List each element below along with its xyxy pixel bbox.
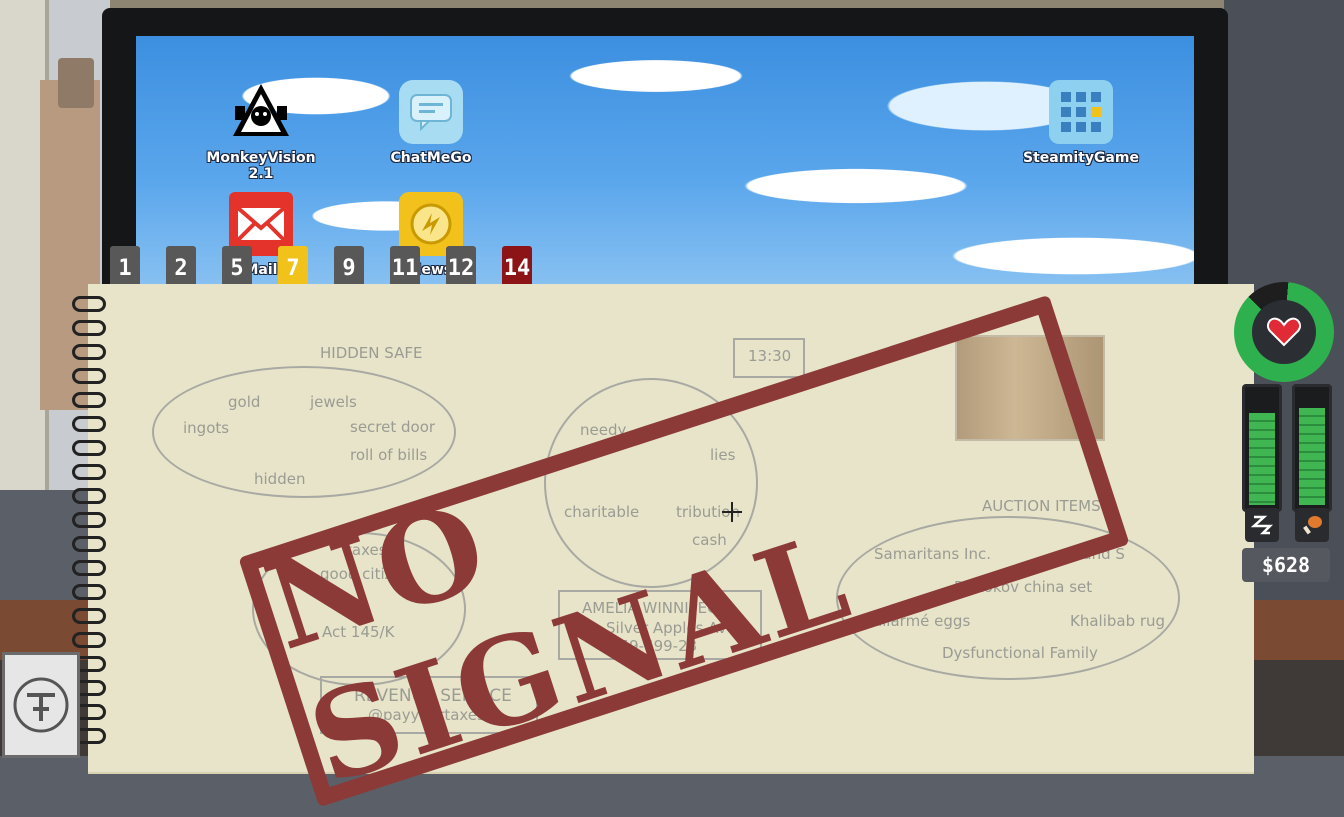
emblem-icon [13, 677, 69, 733]
logo-badge [2, 652, 80, 758]
grid-icon [1049, 80, 1113, 144]
note-dysfunctional: Dysfunctional Family [942, 644, 1098, 662]
desktop-icon-label: News [409, 262, 453, 278]
note-secret-door: secret door [350, 418, 436, 436]
sleep-meter [1242, 384, 1282, 512]
note-khalibab: Khalibab rug [1070, 612, 1166, 630]
desktop-icon-label: MonkeyVision 2.1 [206, 150, 316, 182]
time-label: 13:30 [748, 347, 792, 365]
health-meter [1234, 282, 1334, 382]
heart-icon [1267, 317, 1301, 347]
food-icon [1295, 508, 1329, 542]
chat-icon [399, 80, 463, 144]
crosshair-cursor-icon [722, 502, 742, 522]
sleep-meter-fill [1249, 413, 1275, 505]
note-ingots: ingots [183, 419, 230, 437]
desktop-icon-steamitygame[interactable]: SteamityGame [1016, 80, 1146, 166]
food-meter-fill [1299, 408, 1325, 505]
note-gold: gold [228, 393, 261, 411]
money-display: $628 [1242, 548, 1330, 582]
desktop-icon-label: SteamityGame [1023, 150, 1139, 166]
desktop-icon-monkeyvision[interactable]: MonkeyVision 2.1 [196, 80, 326, 182]
hidden-safe-title: HIDDEN SAFE [320, 344, 423, 362]
food-meter [1292, 384, 1332, 512]
note-hidden: hidden [254, 470, 306, 488]
desktop-icon-label: ChatMeGo [390, 150, 472, 166]
note-jewels: jewels [310, 393, 357, 411]
desktop-icon-chatmego[interactable]: ChatMeGo [366, 80, 496, 166]
sleep-icon [1245, 508, 1279, 542]
note-roll-of-bills: roll of bills [350, 446, 428, 464]
monkey-icon [229, 80, 293, 144]
desktop-icon-news[interactable]: News [366, 192, 496, 278]
water-tower [58, 58, 94, 108]
